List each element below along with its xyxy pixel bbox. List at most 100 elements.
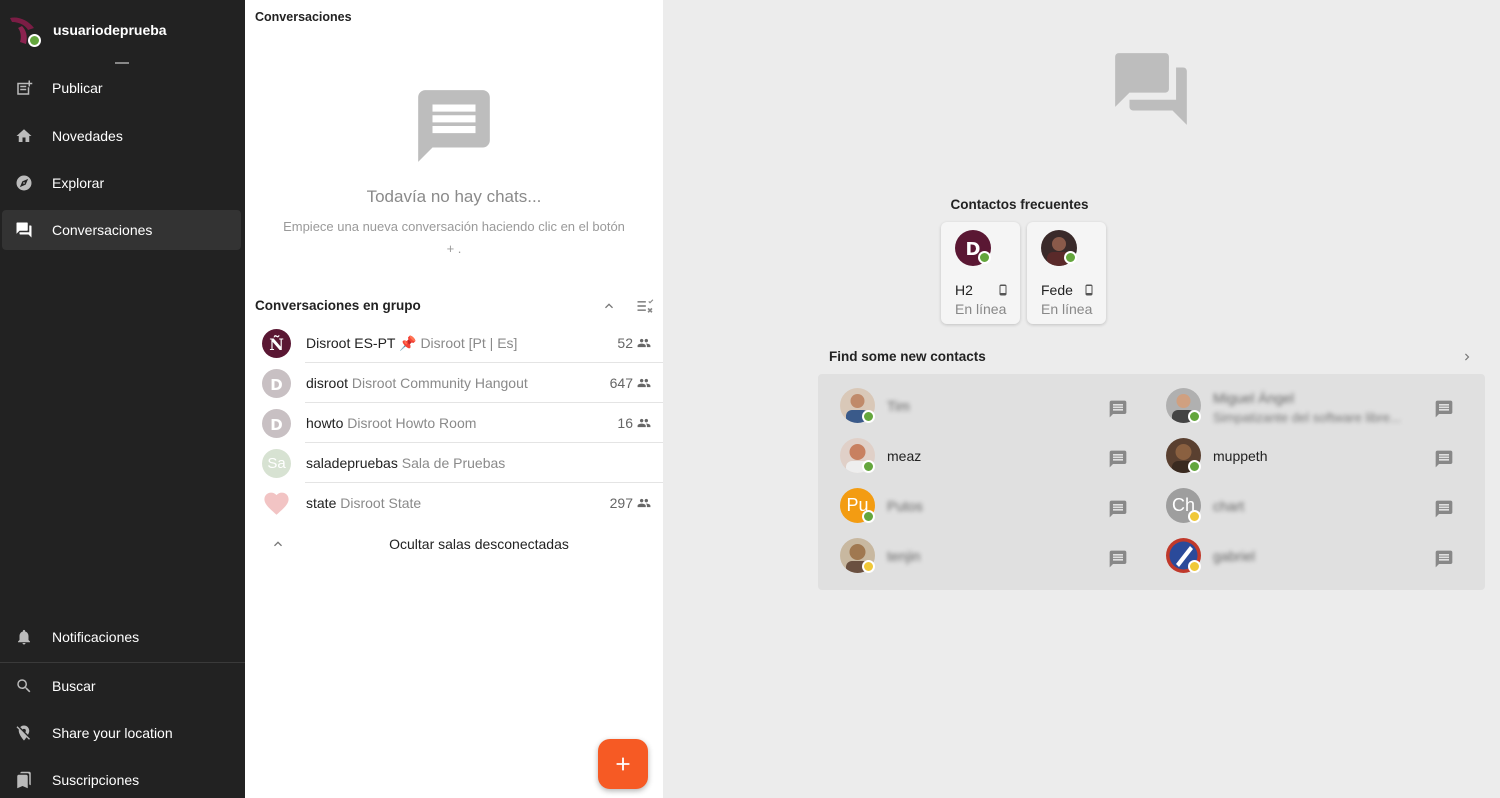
home-icon	[14, 126, 34, 146]
room-avatar: Sa	[262, 449, 291, 478]
contact-item[interactable]: Tim	[818, 374, 1138, 424]
hide-offline-label: Ocultar salas desconectadas	[389, 536, 569, 552]
sidebar-item-share-location[interactable]: Share your location	[2, 713, 241, 753]
people-icon	[637, 498, 651, 508]
member-count: 16	[617, 415, 651, 431]
room-avatar: D	[262, 409, 291, 438]
svg-text:D: D	[270, 376, 282, 394]
sidebar-item-notificaciones[interactable]: Notificaciones	[2, 617, 241, 657]
contact-name: Miguel Ángel	[1213, 390, 1294, 406]
contact-item[interactable]: tenjin	[818, 524, 1138, 574]
room-avatar: D	[262, 369, 291, 398]
message-icon[interactable]	[1108, 499, 1128, 524]
new-conversation-button[interactable]	[598, 739, 648, 789]
phone-icon	[1083, 283, 1095, 302]
sidebar-item-label: Suscripciones	[52, 772, 140, 788]
room-description: Disroot Howto Room	[347, 415, 477, 431]
online-status-icon	[28, 34, 41, 47]
room-item[interactable]: Sa saladepruebas Sala de Pruebas	[259, 443, 663, 483]
group-conversations-header: Conversaciones en grupo	[255, 298, 421, 313]
message-icon[interactable]	[1434, 549, 1454, 574]
room-item[interactable]: D disroot Disroot Community Hangout 647	[259, 363, 663, 403]
online-status-icon	[1064, 251, 1077, 264]
avatar[interactable]	[8, 14, 41, 47]
sidebar-item-buscar[interactable]: Buscar	[2, 666, 241, 706]
bookmarks-icon	[14, 770, 34, 790]
message-icon[interactable]	[1108, 449, 1128, 474]
sidebar-item-label: Publicar	[52, 80, 103, 96]
message-icon[interactable]	[1434, 449, 1454, 474]
room-name: Disroot ES-PT 📌 Disroot [Pt | Es]	[306, 335, 518, 351]
chat-icon	[14, 220, 34, 240]
contact-item[interactable]: Miguel Ángel Simpatizante del software l…	[1144, 374, 1464, 425]
phone-icon	[997, 283, 1009, 302]
plus-icon	[616, 757, 630, 771]
online-status-icon	[978, 251, 991, 264]
heart-icon	[262, 489, 291, 518]
online-status-icon	[862, 410, 875, 423]
compose-icon	[14, 78, 34, 98]
message-icon[interactable]	[1108, 549, 1128, 574]
member-count: 647	[610, 375, 651, 391]
room-description: Disroot State	[340, 495, 422, 511]
online-status-icon	[1188, 460, 1201, 473]
people-icon	[637, 338, 651, 348]
contact-item[interactable]: muppeth	[1144, 424, 1464, 474]
find-contacts-title: Find some new contacts	[829, 349, 986, 364]
away-status-icon	[862, 560, 875, 573]
frequent-contacts-title: Contactos frecuentes	[950, 197, 1089, 212]
room-name: state Disroot State	[306, 495, 422, 511]
sidebar-item-label: Buscar	[52, 678, 96, 694]
online-status-icon	[862, 510, 875, 523]
sidebar-item-conversaciones[interactable]: Conversaciones	[2, 210, 241, 250]
sidebar-item-label: Notificaciones	[52, 629, 140, 645]
room-item[interactable]: Ñ Disroot ES-PT 📌 Disroot [Pt | Es] 52	[259, 323, 663, 363]
pin-icon: 📌	[399, 335, 417, 351]
divider	[0, 662, 245, 663]
forum-icon	[1108, 46, 1194, 137]
member-count: 297	[610, 495, 651, 511]
people-icon	[637, 418, 651, 428]
room-name: saladepruebas Sala de Pruebas	[306, 455, 506, 471]
message-icon[interactable]	[1434, 399, 1454, 424]
chevron-up-icon[interactable]	[601, 298, 617, 314]
contact-item[interactable]: Ch chart	[1144, 474, 1464, 524]
room-name: disroot Disroot Community Hangout	[306, 375, 528, 391]
contact-name: gabriel	[1213, 548, 1256, 564]
compass-icon	[14, 173, 34, 193]
frequent-contact-card[interactable]: D H2 En línea	[941, 222, 1020, 324]
message-icon[interactable]	[1108, 399, 1128, 424]
panel-title: Conversaciones	[255, 10, 352, 24]
contact-name: muppeth	[1213, 448, 1268, 464]
drag-handle[interactable]	[115, 62, 129, 64]
empty-subtitle: Empiece una nueva conversación haciendo …	[283, 219, 625, 256]
contact-item[interactable]: meaz	[818, 424, 1138, 474]
member-count: 52	[617, 335, 651, 351]
contact-name: chart	[1213, 498, 1245, 514]
sidebar-item-publicar[interactable]: Publicar	[2, 68, 241, 108]
message-icon[interactable]	[1434, 499, 1454, 524]
empty-title: Todavía no hay chats...	[366, 187, 542, 206]
contact-item[interactable]: Pu Putos	[818, 474, 1138, 524]
sidebar-item-label: Explorar	[52, 175, 105, 191]
username: usuariodeprueba	[53, 22, 167, 38]
frequent-contact-card[interactable]: Fede En línea	[1027, 222, 1106, 324]
room-name: howto Disroot Howto Room	[306, 415, 477, 431]
filter-clear-icon[interactable]	[635, 296, 655, 316]
room-item[interactable]: state Disroot State 297	[259, 483, 663, 523]
sidebar-item-label: Conversaciones	[52, 222, 153, 238]
room-description: Sala de Pruebas	[401, 455, 506, 471]
contact-name: Fede	[1041, 282, 1073, 298]
sidebar-item-novedades[interactable]: Novedades	[2, 116, 241, 156]
user-profile[interactable]: usuariodeprueba	[0, 0, 245, 60]
sidebar: usuariodeprueba Publicar Novedades Explo…	[0, 0, 245, 798]
sidebar-item-suscripciones[interactable]: Suscripciones	[2, 760, 241, 798]
room-item[interactable]: D howto Disroot Howto Room 16	[259, 403, 663, 443]
people-icon	[637, 378, 651, 388]
search-icon	[14, 676, 34, 696]
chevron-right-icon[interactable]	[1460, 350, 1474, 369]
hide-offline-rooms-toggle[interactable]: Ocultar salas desconectadas	[245, 530, 663, 556]
contact-item[interactable]: gabriel	[1144, 524, 1464, 574]
contact-name: Putos	[887, 498, 923, 514]
sidebar-item-explorar[interactable]: Explorar	[2, 163, 241, 203]
